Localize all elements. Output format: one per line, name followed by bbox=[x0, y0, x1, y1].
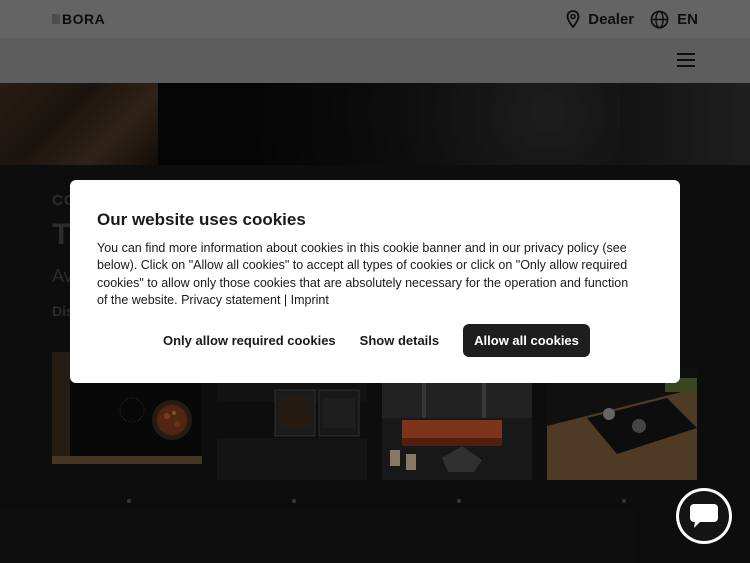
only-required-cookies-button[interactable]: Only allow required cookies bbox=[163, 333, 336, 348]
show-details-button[interactable]: Show details bbox=[360, 333, 439, 348]
cookie-actions: Only allow required cookies Show details… bbox=[163, 324, 590, 357]
page: BORA Dealer EN CO T Av Dis Our website u… bbox=[0, 0, 750, 563]
cookie-dialog: Our website uses cookies You can find mo… bbox=[70, 180, 680, 383]
chat-button-inner bbox=[679, 491, 729, 541]
cookie-dialog-title: Our website uses cookies bbox=[97, 210, 306, 229]
cookie-dialog-body: You can find more information about cook… bbox=[97, 241, 629, 307]
chat-button[interactable] bbox=[676, 488, 732, 544]
allow-all-cookies-button[interactable]: Allow all cookies bbox=[463, 324, 590, 357]
chat-icon bbox=[690, 504, 718, 528]
